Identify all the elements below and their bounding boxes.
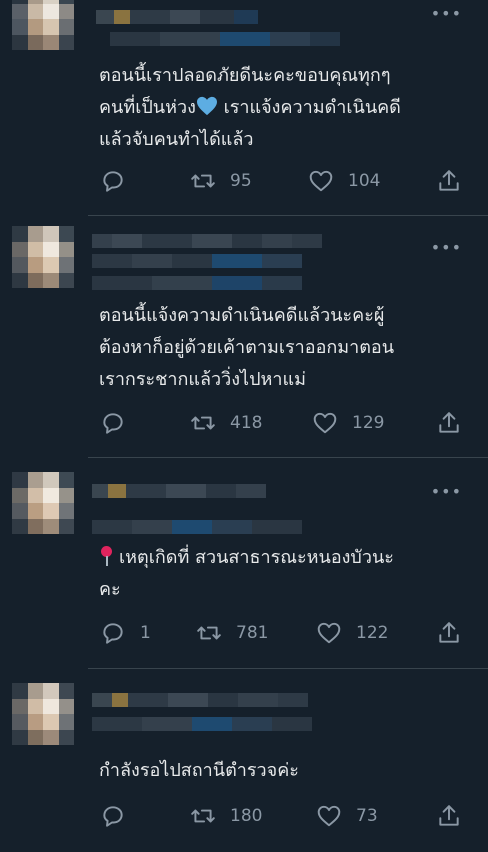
tweet-text: ตอนนี้เราปลอดภัยดีนะคะขอบคุณทุกๆ คนที่เป… — [99, 65, 401, 150]
retweet-icon — [191, 416, 215, 430]
round-pushpin-emoji — [99, 546, 113, 566]
share-icon — [439, 805, 459, 826]
share-icon — [439, 170, 459, 191]
tweet-4[interactable]: กำลังรอไปสถานีตำรวจค่ะ 180 73 — [0, 669, 488, 852]
tweet-text: เหตุเกิดที่ สวนสาธารณะหนองบัวนะ คะ — [99, 546, 394, 600]
reply-button[interactable] — [100, 803, 140, 829]
reply-button[interactable] — [100, 410, 140, 436]
reply-button[interactable] — [100, 168, 140, 194]
blurred-handle — [92, 717, 312, 731]
reply-icon — [103, 171, 123, 192]
tweet-text: กำลังรอไปสถานีตำรวจค่ะ — [99, 760, 299, 781]
tweet-actions: 180 73 — [100, 803, 470, 833]
retweet-icon — [191, 174, 215, 188]
blurred-name — [92, 693, 308, 707]
retweet-icon — [197, 626, 221, 640]
share-button[interactable] — [436, 410, 462, 436]
share-button[interactable] — [436, 620, 462, 646]
retweet-icon — [191, 809, 215, 823]
reply-icon — [103, 806, 123, 827]
blurred-name — [92, 484, 266, 498]
avatar[interactable] — [12, 472, 74, 534]
share-icon — [439, 622, 459, 643]
share-button[interactable] — [436, 168, 462, 194]
blurred-handle-2 — [92, 276, 302, 290]
reply-button[interactable]: 1 — [100, 620, 151, 646]
like-icon — [313, 412, 337, 434]
tweet-actions: 95 104 — [100, 168, 470, 198]
retweet-button[interactable]: 180 — [190, 803, 262, 829]
retweet-button[interactable]: 418 — [190, 410, 262, 436]
tweet-actions: 418 129 — [100, 410, 470, 440]
tweet-1[interactable]: ••• ตอนนี้เราปลอดภัยดีนะคะขอบคุณทุกๆ คนท… — [0, 0, 488, 215]
avatar[interactable] — [12, 226, 74, 288]
light-blue-heart-emoji — [196, 96, 217, 116]
blurred-name — [92, 234, 322, 248]
like-icon — [317, 805, 341, 827]
share-icon — [439, 412, 459, 433]
like-button[interactable]: 73 — [316, 803, 378, 829]
reply-icon — [103, 413, 123, 434]
tweet-text: ตอนนี้แจ้งความดำเนินคดีแล้วนะคะผู้ ต้องห… — [99, 305, 395, 390]
share-button[interactable] — [436, 803, 462, 829]
like-icon — [309, 170, 333, 192]
like-button[interactable]: 129 — [312, 410, 384, 436]
avatar[interactable] — [12, 683, 74, 745]
tweet-3[interactable]: ••• เหตุเกิดที่ สวนสาธารณะหนองบัวนะ คะ 1… — [0, 458, 488, 668]
reply-icon — [103, 623, 123, 644]
more-icon[interactable]: ••• — [431, 482, 462, 501]
blurred-handle — [92, 520, 302, 534]
more-icon[interactable]: ••• — [431, 4, 462, 23]
tweet-2[interactable]: ••• ตอนนี้แจ้งความดำเนินคดีแล้วนะคะผู้ ต… — [0, 216, 488, 457]
blurred-handle — [92, 254, 302, 268]
retweet-button[interactable]: 781 — [196, 620, 268, 646]
blurred-handle — [110, 32, 340, 46]
retweet-button[interactable]: 95 — [190, 168, 252, 194]
avatar[interactable] — [12, 0, 74, 50]
more-icon[interactable]: ••• — [431, 238, 462, 257]
tweet-actions: 1 781 122 — [100, 620, 470, 650]
like-button[interactable]: 104 — [308, 168, 380, 194]
blurred-name — [96, 10, 258, 24]
like-button[interactable]: 122 — [316, 620, 388, 646]
like-icon — [317, 622, 341, 644]
